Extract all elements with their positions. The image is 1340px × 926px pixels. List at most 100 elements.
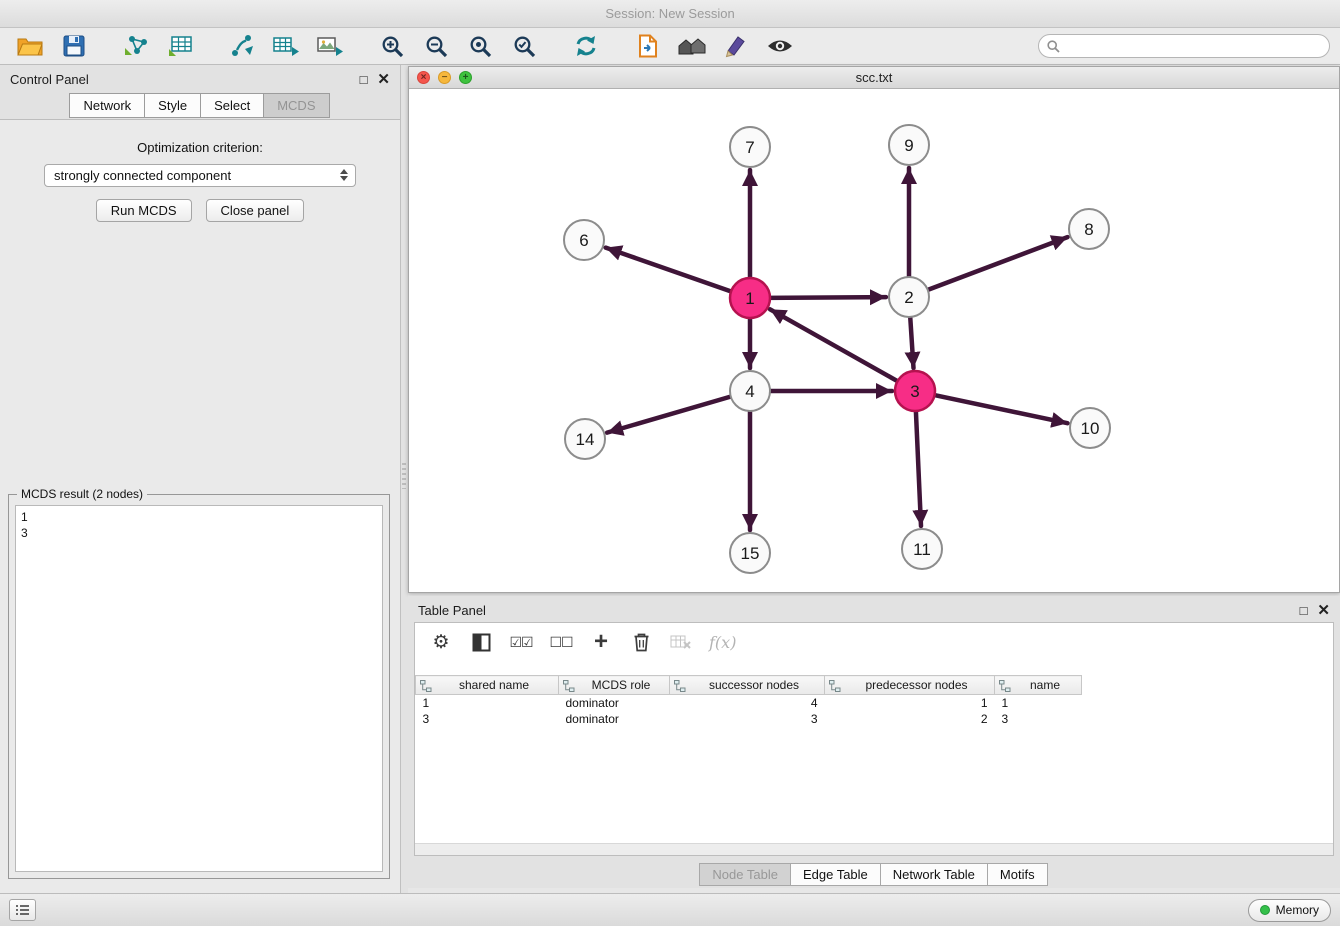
select-all-columns-button[interactable]: ☑☑ [509,629,533,655]
cell-predecessor-nodes[interactable]: 2 [825,711,995,727]
fx-icon: f(x) [709,633,736,652]
memory-button[interactable]: Memory [1248,899,1331,922]
save-session-button[interactable] [54,31,94,62]
network-window-title: scc.txt [856,70,893,85]
graph-edge-4-14[interactable] [607,396,733,433]
cell-name[interactable]: 1 [995,695,1082,711]
import-table-button[interactable] [160,31,200,62]
column-header-shared-name[interactable]: shared name [416,676,559,695]
cell-successor-nodes[interactable]: 3 [670,711,825,727]
cell-shared-name[interactable]: 1 [416,695,559,711]
apply-style-button[interactable] [716,31,756,62]
minimize-window-icon[interactable]: − [438,71,451,84]
column-type-icon [420,680,432,692]
close-table-panel-button[interactable]: ✕ [1317,603,1330,618]
memory-label: Memory [1276,903,1319,917]
graph-edge-2-8[interactable] [926,237,1068,291]
import-network-icon [123,34,149,58]
cell-name[interactable]: 3 [995,711,1082,727]
tab-network-table[interactable]: Network Table [880,863,988,886]
graph-node-9[interactable]: 9 [889,125,929,165]
graph-edge-1-6[interactable] [606,248,733,293]
cell-shared-name[interactable]: 3 [416,711,559,727]
export-table-icon [272,34,300,58]
graph-node-1[interactable]: 1 [730,278,770,318]
open-session-button[interactable] [10,31,50,62]
export-image-button[interactable] [310,31,350,62]
import-network-button[interactable] [116,31,156,62]
tab-network[interactable]: Network [69,93,145,118]
tab-style[interactable]: Style [144,93,201,118]
network-canvas[interactable]: 7 9 6 8 1 2 4 3 14 10 15 11 [409,89,1339,592]
cell-mcds-role[interactable]: dominator [559,711,670,727]
graph-node-11[interactable]: 11 [902,529,942,569]
column-header-predecessor-nodes[interactable]: predecessor nodes [825,676,995,695]
table-row[interactable]: 1 dominator 4 1 1 [416,695,1082,711]
table-scroll-strip[interactable] [415,843,1333,855]
copy-style-button[interactable] [628,31,668,62]
task-history-button[interactable] [9,899,36,921]
table-toolbar: ⚙ ☑☑ ☐☐ + [415,623,1333,661]
tab-node-table[interactable]: Node Table [699,863,791,886]
zoom-fit-button[interactable] [460,31,500,62]
optimization-criterion-select[interactable]: strongly connected component [44,164,356,187]
cell-predecessor-nodes[interactable]: 1 [825,695,995,711]
column-header-name[interactable]: name [995,676,1082,695]
window-controls: × − + [417,71,472,84]
mcds-result-list[interactable]: 1 3 [15,505,383,872]
float-table-panel-button[interactable]: □ [1300,604,1308,617]
export-network-button[interactable] [222,31,262,62]
graph-node-2[interactable]: 2 [889,277,929,317]
table-row[interactable]: 3 dominator 3 2 3 [416,711,1082,727]
graph-node-15[interactable]: 15 [730,533,770,573]
zoom-window-icon[interactable]: + [459,71,472,84]
tab-select[interactable]: Select [200,93,264,118]
home-networks-button[interactable] [672,31,712,62]
graph-edge-3-10[interactable] [933,395,1068,424]
show-hide-button[interactable] [760,31,800,62]
zoom-in-button[interactable] [372,31,412,62]
network-canvas-svg[interactable]: 7 9 6 8 1 2 4 3 14 10 15 11 [409,89,1339,593]
add-column-button[interactable]: + [589,629,613,655]
export-table-button[interactable] [266,31,306,62]
delete-column-button[interactable] [629,629,653,655]
deselect-all-columns-button[interactable]: ☐☐ [549,629,573,655]
refresh-layout-button[interactable] [566,31,606,62]
panel-splitter[interactable] [401,65,408,893]
float-panel-button[interactable]: □ [360,73,368,86]
column-header-successor-nodes[interactable]: successor nodes [670,676,825,695]
graph-edge-3-1[interactable] [770,309,899,382]
cell-successor-nodes[interactable]: 4 [670,695,825,711]
graph-node-8[interactable]: 8 [1069,209,1109,249]
graph-edge-3-11[interactable] [916,409,921,526]
zoom-out-icon [425,35,448,58]
network-window-titlebar[interactable]: × − + scc.txt [409,67,1339,89]
show-columns-button[interactable] [469,629,493,655]
run-mcds-button[interactable]: Run MCDS [96,199,192,222]
zoom-selected-button[interactable] [504,31,544,62]
eye-icon [767,37,793,55]
cell-mcds-role[interactable]: dominator [559,695,670,711]
graph-node-7[interactable]: 7 [730,127,770,167]
tab-mcds[interactable]: MCDS [263,93,329,118]
graph-edge-2-3[interactable] [910,315,913,368]
search-input[interactable] [1065,39,1321,53]
close-panel-button[interactable]: ✕ [377,72,390,87]
zoom-out-button[interactable] [416,31,456,62]
tab-motifs[interactable]: Motifs [987,863,1048,886]
graph-node-10[interactable]: 10 [1070,408,1110,448]
table-panel-header: Table Panel □ ✕ [408,596,1340,624]
graph-node-6[interactable]: 6 [564,220,604,260]
close-panel-action-button[interactable]: Close panel [206,199,305,222]
graph-node-14[interactable]: 14 [565,419,605,459]
tab-edge-table[interactable]: Edge Table [790,863,881,886]
memory-status-icon [1260,905,1270,915]
graph-node-4[interactable]: 4 [730,371,770,411]
graph-edge-1-2[interactable] [768,297,886,298]
column-header-mcds-role[interactable]: MCDS role [559,676,670,695]
search-box[interactable] [1038,34,1330,58]
table-settings-button[interactable]: ⚙ [429,629,453,655]
export-network-icon [230,34,254,58]
close-window-icon[interactable]: × [417,71,430,84]
graph-node-3[interactable]: 3 [895,371,935,411]
